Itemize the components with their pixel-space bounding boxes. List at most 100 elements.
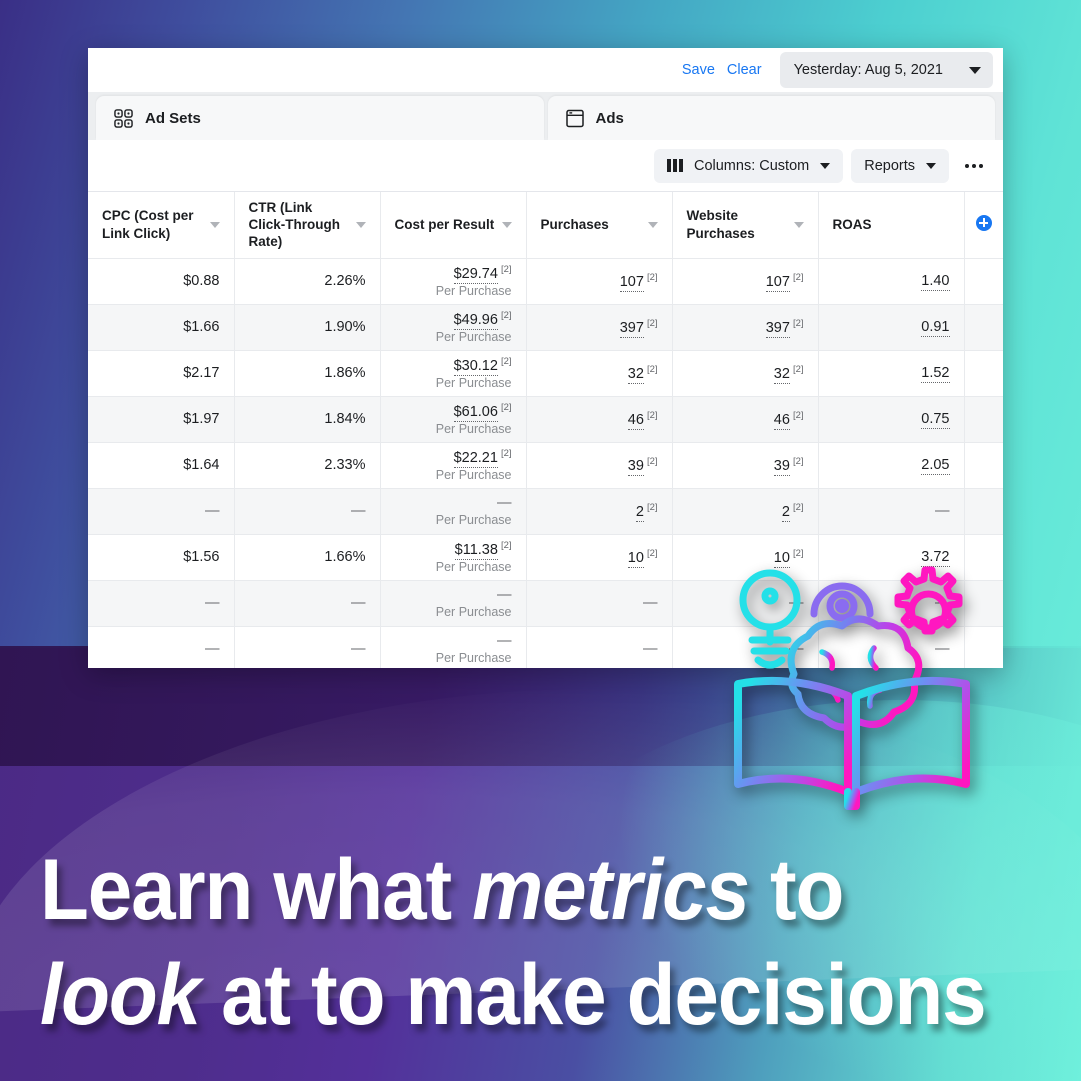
cell-website-purchases-value[interactable]: 46 [773,411,790,430]
cell-website-purchases: 397 [2] [672,304,819,351]
sort-chevron-down-icon[interactable] [793,221,804,228]
chevron-down-icon [926,162,936,169]
cell-roas-value: — [935,503,950,519]
attribution-marker: [2] [792,318,804,330]
cell-purchases-value[interactable]: 2 [635,503,644,522]
cell-cpc-value: $1.56 [183,549,220,565]
table-row[interactable]: $1.66 1.90% $49.96 [2] Per Purchase 397 [2] 397… [88,304,1003,351]
cost-per-result-value[interactable]: $49.96 [453,311,498,330]
sort-chevron-down-icon[interactable] [355,221,366,228]
cell-cpc-value: $2.17 [183,365,220,381]
table-row[interactable]: $0.88 2.26% $29.74 [2] Per Purchase 107 [2] 107… [88,258,1003,305]
cell-cpc-value: $1.97 [183,411,220,427]
cell-spacer [964,396,1003,443]
headline-emphasis-metrics: metrics [472,842,750,938]
headline-line-2: look at to make decisions [40,943,987,1048]
cell-cpc: $1.66 [88,304,235,351]
cell-purchases: 397 [2] [526,304,673,351]
date-range-selector[interactable]: Yesterday: Aug 5, 2021 [779,52,993,88]
reports-button-label: Reports [864,157,915,174]
tab-ad-sets-label: Ad Sets [145,109,201,127]
cell-website-purchases-value[interactable]: 39 [773,457,790,476]
more-options-button[interactable] [957,149,991,183]
clear-button[interactable]: Clear [723,59,766,81]
cost-per-result-note: Per Purchase [435,375,512,390]
sort-chevron-down-icon[interactable] [501,221,512,228]
table-row[interactable]: $1.97 1.84% $61.06 [2] Per Purchase 46 [2] 46 [2… [88,396,1003,443]
cell-purchases-value[interactable]: 397 [619,319,644,338]
cell-cost-per-result: $30.12 [2] Per Purchase [380,350,527,397]
sort-chevron-down-icon[interactable] [647,221,658,228]
attribution-marker: [2] [792,502,804,514]
cell-ctr: 1.66% [234,534,381,581]
poster-canvas: Save Clear Yesterday: Aug 5, 2021 Ad Set… [0,0,1081,1081]
attribution-marker: [2] [792,410,804,422]
cell-cpc-value: — [205,641,220,657]
cell-purchases-value[interactable]: 32 [627,365,644,384]
cell-purchases-value[interactable]: 107 [619,273,644,292]
attribution-marker: [2] [646,318,658,330]
cell-website-purchases-value[interactable]: 107 [765,273,790,292]
add-column-icon[interactable] [975,214,992,231]
cell-roas-value[interactable]: 2.05 [921,457,950,475]
cell-ctr: 2.33% [234,442,381,489]
attribution-marker: [2] [500,355,512,367]
tab-ad-sets[interactable]: Ad Sets [96,96,544,140]
cost-per-result-value[interactable]: $22.21 [453,449,498,468]
cell-roas-value[interactable]: 0.91 [921,319,950,337]
cell-purchases: — [526,626,673,668]
headline: Learn what metrics to look at to make de… [40,838,987,1048]
cell-roas: — [818,488,965,535]
cell-ctr-value: 2.33% [324,457,366,473]
ellipsis-icon [979,163,983,168]
chevron-down-icon [969,66,981,74]
column-header-ctr[interactable]: CTR (Link Click-Through Rate) [234,192,381,259]
cost-per-result-value[interactable]: $30.12 [453,357,498,376]
attribution-marker: [2] [646,502,658,514]
cell-ctr-value: 1.90% [324,319,366,335]
column-header-roas[interactable]: ROAS [818,192,965,259]
ad-sets-icon [114,108,133,128]
cell-purchases-value[interactable]: 39 [627,457,644,476]
save-button[interactable]: Save [678,59,719,81]
cell-cpc-value: $1.66 [183,319,220,335]
column-header-website-purchases[interactable]: Website Purchases [672,192,819,259]
cell-website-purchases-value[interactable]: 397 [765,319,790,338]
headline-line-1-a: Learn what [40,842,473,938]
cell-purchases: 39 [2] [526,442,673,489]
cell-purchases-value: — [643,595,658,611]
cell-purchases-value[interactable]: 10 [627,549,644,568]
reports-button[interactable]: Reports [851,148,949,183]
cell-website-purchases: 39 [2] [672,442,819,489]
column-header-website-purchases-label: Website Purchases [686,208,755,241]
column-header-cost-per-result[interactable]: Cost per Result [380,192,527,259]
cost-per-result-value[interactable]: $61.06 [453,403,498,422]
column-header-purchases[interactable]: Purchases [526,192,673,259]
cost-per-result-stack: — Per Purchase [395,633,512,666]
column-header-add[interactable] [964,192,1003,259]
cost-per-result-value[interactable]: $29.74 [453,265,498,284]
cell-roas-value[interactable]: 0.75 [921,411,950,429]
table-row[interactable]: $2.17 1.86% $30.12 [2] Per Purchase 32 [2] 32 [2… [88,350,1003,397]
ellipsis-icon [972,163,976,168]
cell-purchases-value[interactable]: 46 [627,411,644,430]
table-row[interactable]: $1.64 2.33% $22.21 [2] Per Purchase 39 [2] 39 [2… [88,442,1003,489]
cell-roas-value[interactable]: 1.52 [921,365,950,383]
cell-cpc: $1.97 [88,396,235,443]
cost-per-result-value[interactable]: $11.38 [454,541,498,560]
cell-website-purchases-value[interactable]: 2 [781,503,790,522]
cell-cpc: $2.17 [88,350,235,397]
cell-ctr-value: 1.86% [324,365,366,381]
cell-ctr: — [234,488,381,535]
cell-roas: 0.75 [818,396,965,443]
columns-button[interactable]: Columns: Custom [654,148,844,183]
table-row[interactable]: — — — Per Purchase 2 [2] 2 [2] — [88,488,1003,535]
sort-chevron-down-icon[interactable] [209,221,220,228]
cell-website-purchases-value[interactable]: 32 [773,365,790,384]
cell-cost-per-result: — Per Purchase [380,580,527,627]
cost-per-result-stack: $61.06 [2] Per Purchase [395,402,512,437]
cell-roas-value[interactable]: 1.40 [921,273,950,291]
column-header-cpc[interactable]: CPC (Cost per Link Click) [88,192,235,259]
tab-ads[interactable]: Ads [547,96,995,140]
columns-icon [667,159,683,172]
